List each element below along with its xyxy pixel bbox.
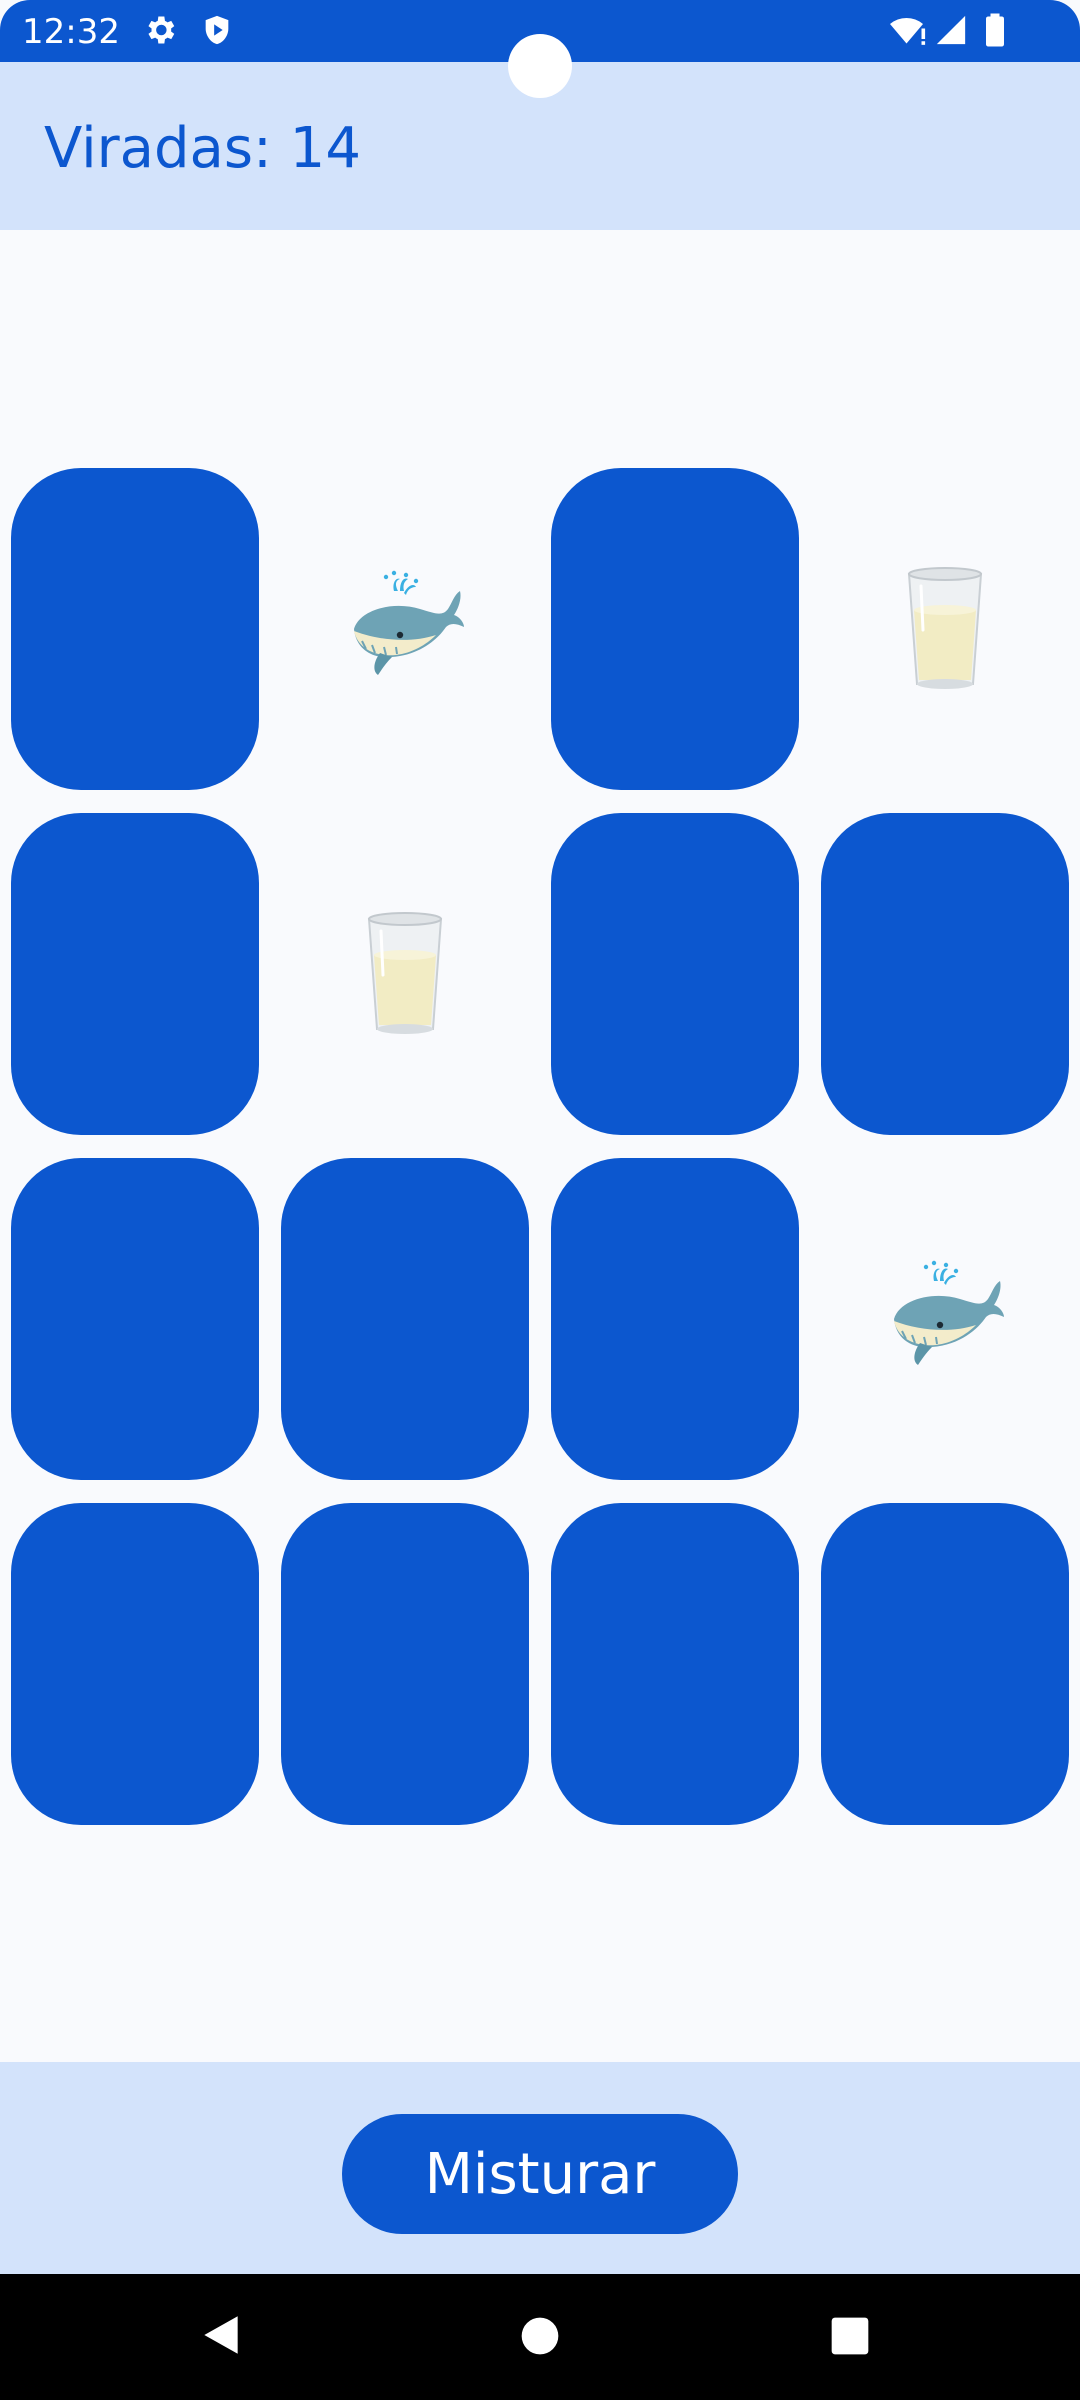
shield-play-icon — [200, 12, 234, 53]
card-hidden[interactable] — [551, 468, 799, 790]
card-revealed[interactable] — [821, 468, 1069, 790]
gear-icon — [142, 12, 178, 53]
card-hidden[interactable] — [281, 1158, 529, 1480]
camera-cutout — [508, 34, 572, 98]
card-hidden[interactable] — [11, 1158, 259, 1480]
card-hidden[interactable] — [551, 813, 799, 1135]
signal-icon — [934, 12, 968, 53]
whale-icon — [880, 1259, 1010, 1379]
game-board — [0, 230, 1080, 2062]
home-icon[interactable] — [520, 2316, 560, 2361]
milk-glass-icon — [365, 911, 445, 1037]
card-hidden[interactable] — [821, 813, 1069, 1135]
status-time: 12:32 — [22, 12, 120, 52]
back-icon[interactable] — [196, 2310, 246, 2365]
card-hidden[interactable] — [11, 813, 259, 1135]
whale-icon — [340, 569, 470, 689]
navigation-bar — [0, 2274, 1080, 2400]
card-hidden[interactable] — [281, 1503, 529, 1825]
card-revealed[interactable] — [281, 468, 529, 790]
flip-counter: Viradas: 14 — [44, 116, 361, 181]
wifi-alert-icon — [888, 12, 928, 53]
card-revealed[interactable] — [281, 813, 529, 1135]
bottom-bar: Misturar — [0, 2062, 1080, 2274]
card-revealed[interactable] — [821, 1158, 1069, 1480]
shuffle-button[interactable]: Misturar — [342, 2114, 738, 2234]
milk-glass-icon — [905, 566, 985, 692]
card-hidden[interactable] — [821, 1503, 1069, 1825]
card-hidden[interactable] — [551, 1158, 799, 1480]
card-hidden[interactable] — [11, 468, 259, 790]
card-hidden[interactable] — [551, 1503, 799, 1825]
battery-icon — [984, 12, 1006, 53]
card-hidden[interactable] — [11, 1503, 259, 1825]
recents-icon[interactable] — [830, 2316, 870, 2361]
